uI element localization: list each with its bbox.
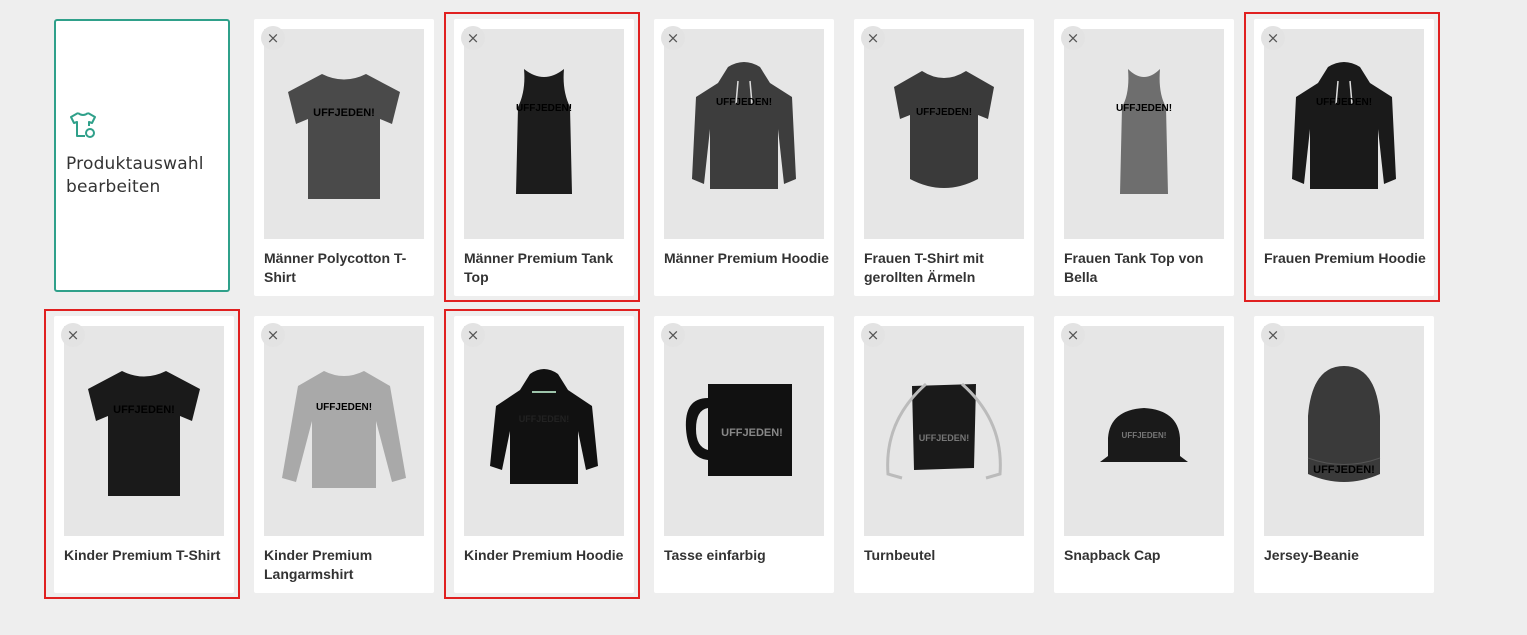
product-card[interactable]: × UFFJEDEN! Turnbeutel: [854, 316, 1034, 593]
svg-text:UFFJEDEN!: UFFJEDEN!: [716, 97, 772, 108]
product-name: Kinder Premium T-Shirt: [64, 547, 221, 563]
product-name: Jersey-Beanie: [1264, 547, 1359, 563]
product-image[interactable]: UFFJEDEN!: [464, 326, 624, 536]
product-card[interactable]: × UFFJEDEN! Kinder Premium Langarmshirt: [254, 316, 434, 593]
product-silhouette: UFFJEDEN!: [1100, 408, 1188, 462]
product-silhouette: UFFJEDEN!: [1292, 62, 1396, 189]
product-silhouette: UFFJEDEN!: [692, 62, 796, 189]
product-name: Männer Premium Hoodie: [664, 250, 829, 266]
product-card[interactable]: × UFFJEDEN! Tasse einfarbig: [654, 316, 834, 593]
remove-product-icon[interactable]: ×: [661, 26, 685, 50]
product-image[interactable]: UFFJEDEN!: [864, 29, 1024, 239]
svg-text:UFFJEDEN!: UFFJEDEN!: [313, 107, 375, 119]
product-card[interactable]: × UFFJEDEN! Frauen Premium Hoodie: [1254, 19, 1434, 296]
svg-text:UFFJEDEN!: UFFJEDEN!: [1122, 431, 1167, 440]
product-card[interactable]: × UFFJEDEN! Frauen Tank Top von Bella: [1054, 19, 1234, 296]
product-image[interactable]: UFFJEDEN!: [1264, 29, 1424, 239]
product-card[interactable]: × UFFJEDEN! Frauen T-Shirt mit gerollten Ä…: [854, 19, 1034, 296]
product-card[interactable]: × UFFJEDEN! Männer Premium Hoodie: [654, 19, 834, 296]
product-image[interactable]: UFFJEDEN!: [1064, 29, 1224, 239]
product-image[interactable]: UFFJEDEN!: [64, 326, 224, 536]
product-image[interactable]: UFFJEDEN!: [464, 29, 624, 239]
product-name: Männer Premium Tank Top: [464, 250, 614, 285]
product-silhouette: UFFJEDEN!: [88, 371, 200, 496]
product-name: Kinder Premium Hoodie: [464, 547, 624, 563]
product-image[interactable]: UFFJEDEN!: [864, 326, 1024, 536]
product-silhouette: UFFJEDEN!: [1116, 69, 1172, 194]
svg-text:UFFJEDEN!: UFFJEDEN!: [316, 402, 372, 413]
product-name: Turnbeutel: [864, 547, 936, 563]
product-name: Frauen Premium Hoodie: [1264, 250, 1426, 266]
remove-product-icon[interactable]: ×: [861, 323, 885, 347]
product-image[interactable]: UFFJEDEN!: [264, 29, 424, 239]
svg-text:UFFJEDEN!: UFFJEDEN!: [721, 427, 783, 439]
product-card[interactable]: × UFFJEDEN! Jersey-Beanie: [1254, 316, 1434, 593]
svg-text:UFFJEDEN!: UFFJEDEN!: [919, 433, 970, 443]
product-image[interactable]: UFFJEDEN!: [664, 326, 824, 536]
product-name: Snapback Cap: [1064, 547, 1161, 563]
product-name: Kinder Premium Langarmshirt: [264, 547, 373, 582]
svg-text:UFFJEDEN!: UFFJEDEN!: [1316, 97, 1372, 108]
remove-product-icon[interactable]: ×: [1261, 323, 1285, 347]
product-card[interactable]: × UFFJEDEN! Snapback Cap: [1054, 316, 1234, 593]
product-name: Frauen Tank Top von Bella: [1064, 250, 1204, 285]
product-image[interactable]: UFFJEDEN!: [1264, 326, 1424, 536]
shirt-settings-icon: [70, 112, 96, 138]
product-silhouette: UFFJEDEN!: [490, 369, 598, 484]
product-card[interactable]: × UFFJEDEN! Männer Premium Tank Top: [454, 19, 634, 296]
remove-product-icon[interactable]: ×: [1061, 323, 1085, 347]
remove-product-icon[interactable]: ×: [461, 26, 485, 50]
product-silhouette: UFFJEDEN!: [886, 382, 1002, 480]
svg-text:UFFJEDEN!: UFFJEDEN!: [113, 404, 175, 416]
remove-product-icon[interactable]: ×: [261, 323, 285, 347]
product-card[interactable]: × UFFJEDEN! Kinder Premium T-Shirt: [54, 316, 234, 593]
remove-product-icon[interactable]: ×: [261, 26, 285, 50]
edit-product-selection-label: Produktauswahl bearbeiten: [66, 154, 204, 197]
svg-text:UFFJEDEN!: UFFJEDEN!: [916, 107, 972, 118]
remove-product-icon[interactable]: ×: [61, 323, 85, 347]
product-silhouette: UFFJEDEN!: [282, 371, 406, 488]
product-silhouette: UFFJEDEN!: [685, 384, 792, 476]
remove-product-icon[interactable]: ×: [661, 323, 685, 347]
product-card[interactable]: × UFFJEDEN! Männer Polycotton T-Shirt: [254, 19, 434, 296]
svg-text:UFFJEDEN!: UFFJEDEN!: [1116, 103, 1172, 114]
remove-product-icon[interactable]: ×: [461, 323, 485, 347]
edit-product-selection-card[interactable]: Produktauswahl bearbeiten: [54, 19, 230, 292]
product-image[interactable]: UFFJEDEN!: [664, 29, 824, 239]
product-image[interactable]: UFFJEDEN!: [1064, 326, 1224, 536]
product-silhouette: UFFJEDEN!: [288, 74, 400, 199]
product-card[interactable]: × UFFJEDEN! Kinder Premium Hoodie: [454, 316, 634, 593]
remove-product-icon[interactable]: ×: [1061, 26, 1085, 50]
svg-text:UFFJEDEN!: UFFJEDEN!: [519, 414, 570, 424]
product-silhouette: UFFJEDEN!: [894, 71, 994, 188]
svg-text:UFFJEDEN!: UFFJEDEN!: [516, 103, 572, 114]
product-image[interactable]: UFFJEDEN!: [264, 326, 424, 536]
product-name: Tasse einfarbig: [664, 547, 766, 563]
remove-product-icon[interactable]: ×: [861, 26, 885, 50]
product-name: Männer Polycotton T-Shirt: [264, 250, 407, 285]
product-name: Frauen T-Shirt mit gerollten Ärmeln: [864, 250, 984, 285]
product-silhouette: UFFJEDEN!: [1307, 366, 1381, 482]
svg-text:UFFJEDEN!: UFFJEDEN!: [1313, 464, 1375, 476]
remove-product-icon[interactable]: ×: [1261, 26, 1285, 50]
product-silhouette: UFFJEDEN!: [516, 69, 572, 194]
